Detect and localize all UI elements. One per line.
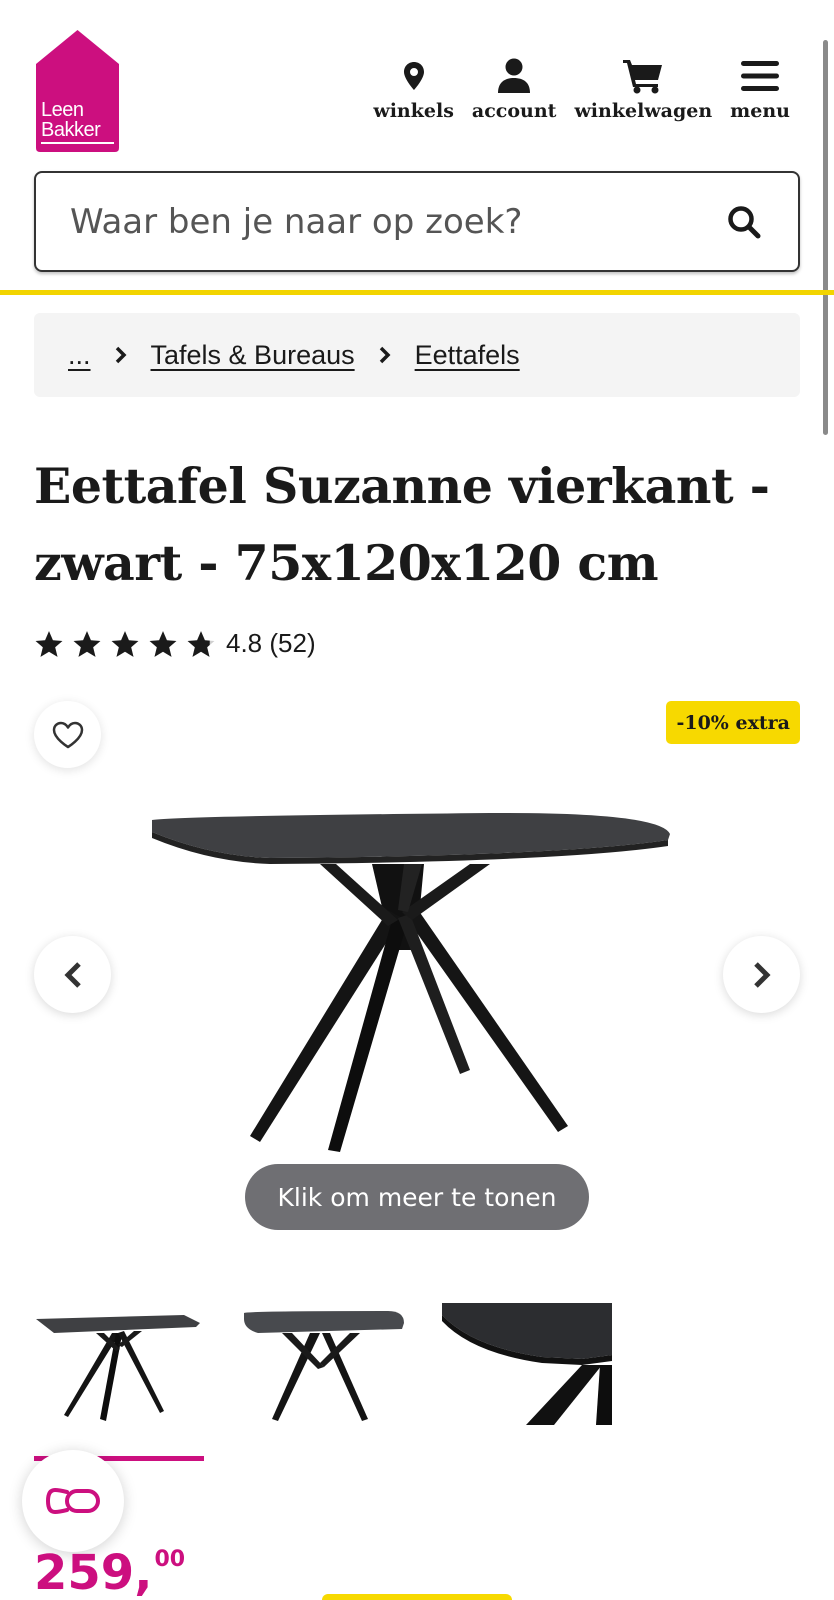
star-icon [35, 630, 63, 657]
chevron-right-icon [753, 961, 771, 988]
price-main: 259, [34, 1545, 153, 1600]
star-icon [187, 630, 215, 657]
star-icon [149, 630, 177, 657]
chat-logo-icon [45, 1487, 100, 1515]
product-title: Eettafel Suzanne vierkant - zwart - 75x1… [34, 457, 770, 592]
product-price: 259, 00 [34, 1546, 185, 1600]
thumbnail-1[interactable] [34, 1303, 204, 1425]
search-input[interactable] [70, 201, 724, 242]
star-icon [111, 630, 139, 657]
nav-menu-label: menu [730, 100, 790, 122]
logo-line-2: Bakker [41, 119, 101, 141]
nav-menu[interactable]: menu [730, 56, 790, 122]
star-icon [73, 630, 101, 657]
breadcrumb-tables-desks[interactable]: Tafels & Bureaus [151, 340, 355, 371]
search-bar [34, 171, 800, 272]
nav-stores[interactable]: winkels [373, 56, 454, 122]
chat-button[interactable] [22, 1450, 124, 1552]
thumbnail-strip [34, 1303, 612, 1425]
nav-cart-label: winkelwagen [574, 100, 713, 122]
add-to-cart-button-peek[interactable] [322, 1594, 512, 1600]
chevron-right-icon [115, 346, 127, 364]
breadcrumb-dining-tables[interactable]: Eettafels [415, 340, 520, 371]
nav-account-label: account [471, 100, 557, 122]
breadcrumb-ellipsis[interactable]: ... [68, 340, 91, 371]
discount-badge: -10% extra [666, 701, 800, 744]
header-nav: winkels account winkelwagen menu [373, 56, 790, 122]
show-more-button[interactable]: Klik om meer te tonen [245, 1164, 589, 1230]
rating-stars [34, 630, 216, 658]
product-image-main[interactable] [140, 800, 700, 1164]
carousel-next-button[interactable] [723, 936, 800, 1013]
thumbnail-2[interactable] [238, 1303, 408, 1425]
favorite-button[interactable] [34, 701, 101, 768]
hamburger-menu-icon [740, 56, 780, 96]
logo-line-1: Leen [41, 99, 84, 121]
nav-stores-label: winkels [373, 100, 454, 122]
leen-bakker-logo[interactable]: Leen Bakker [34, 28, 121, 154]
product-rating[interactable]: 4.8 (52) [34, 628, 316, 659]
search-icon[interactable] [724, 202, 764, 242]
nav-cart[interactable]: winkelwagen [574, 56, 712, 122]
heart-icon [52, 721, 83, 748]
chevron-right-icon [379, 346, 391, 364]
thumbnail-3[interactable] [442, 1303, 612, 1425]
rating-text: 4.8 (52) [226, 628, 316, 658]
nav-account[interactable]: account [471, 56, 557, 122]
header-divider [0, 290, 834, 295]
chevron-left-icon [63, 961, 81, 988]
shopping-cart-icon [622, 56, 664, 96]
price-cents: 00 [154, 1547, 186, 1572]
location-pin-icon [403, 56, 425, 96]
user-icon [497, 56, 531, 96]
carousel-prev-button[interactable] [34, 936, 111, 1013]
page-scrollbar[interactable] [823, 40, 828, 435]
breadcrumb: ... Tafels & Bureaus Eettafels [34, 313, 800, 397]
